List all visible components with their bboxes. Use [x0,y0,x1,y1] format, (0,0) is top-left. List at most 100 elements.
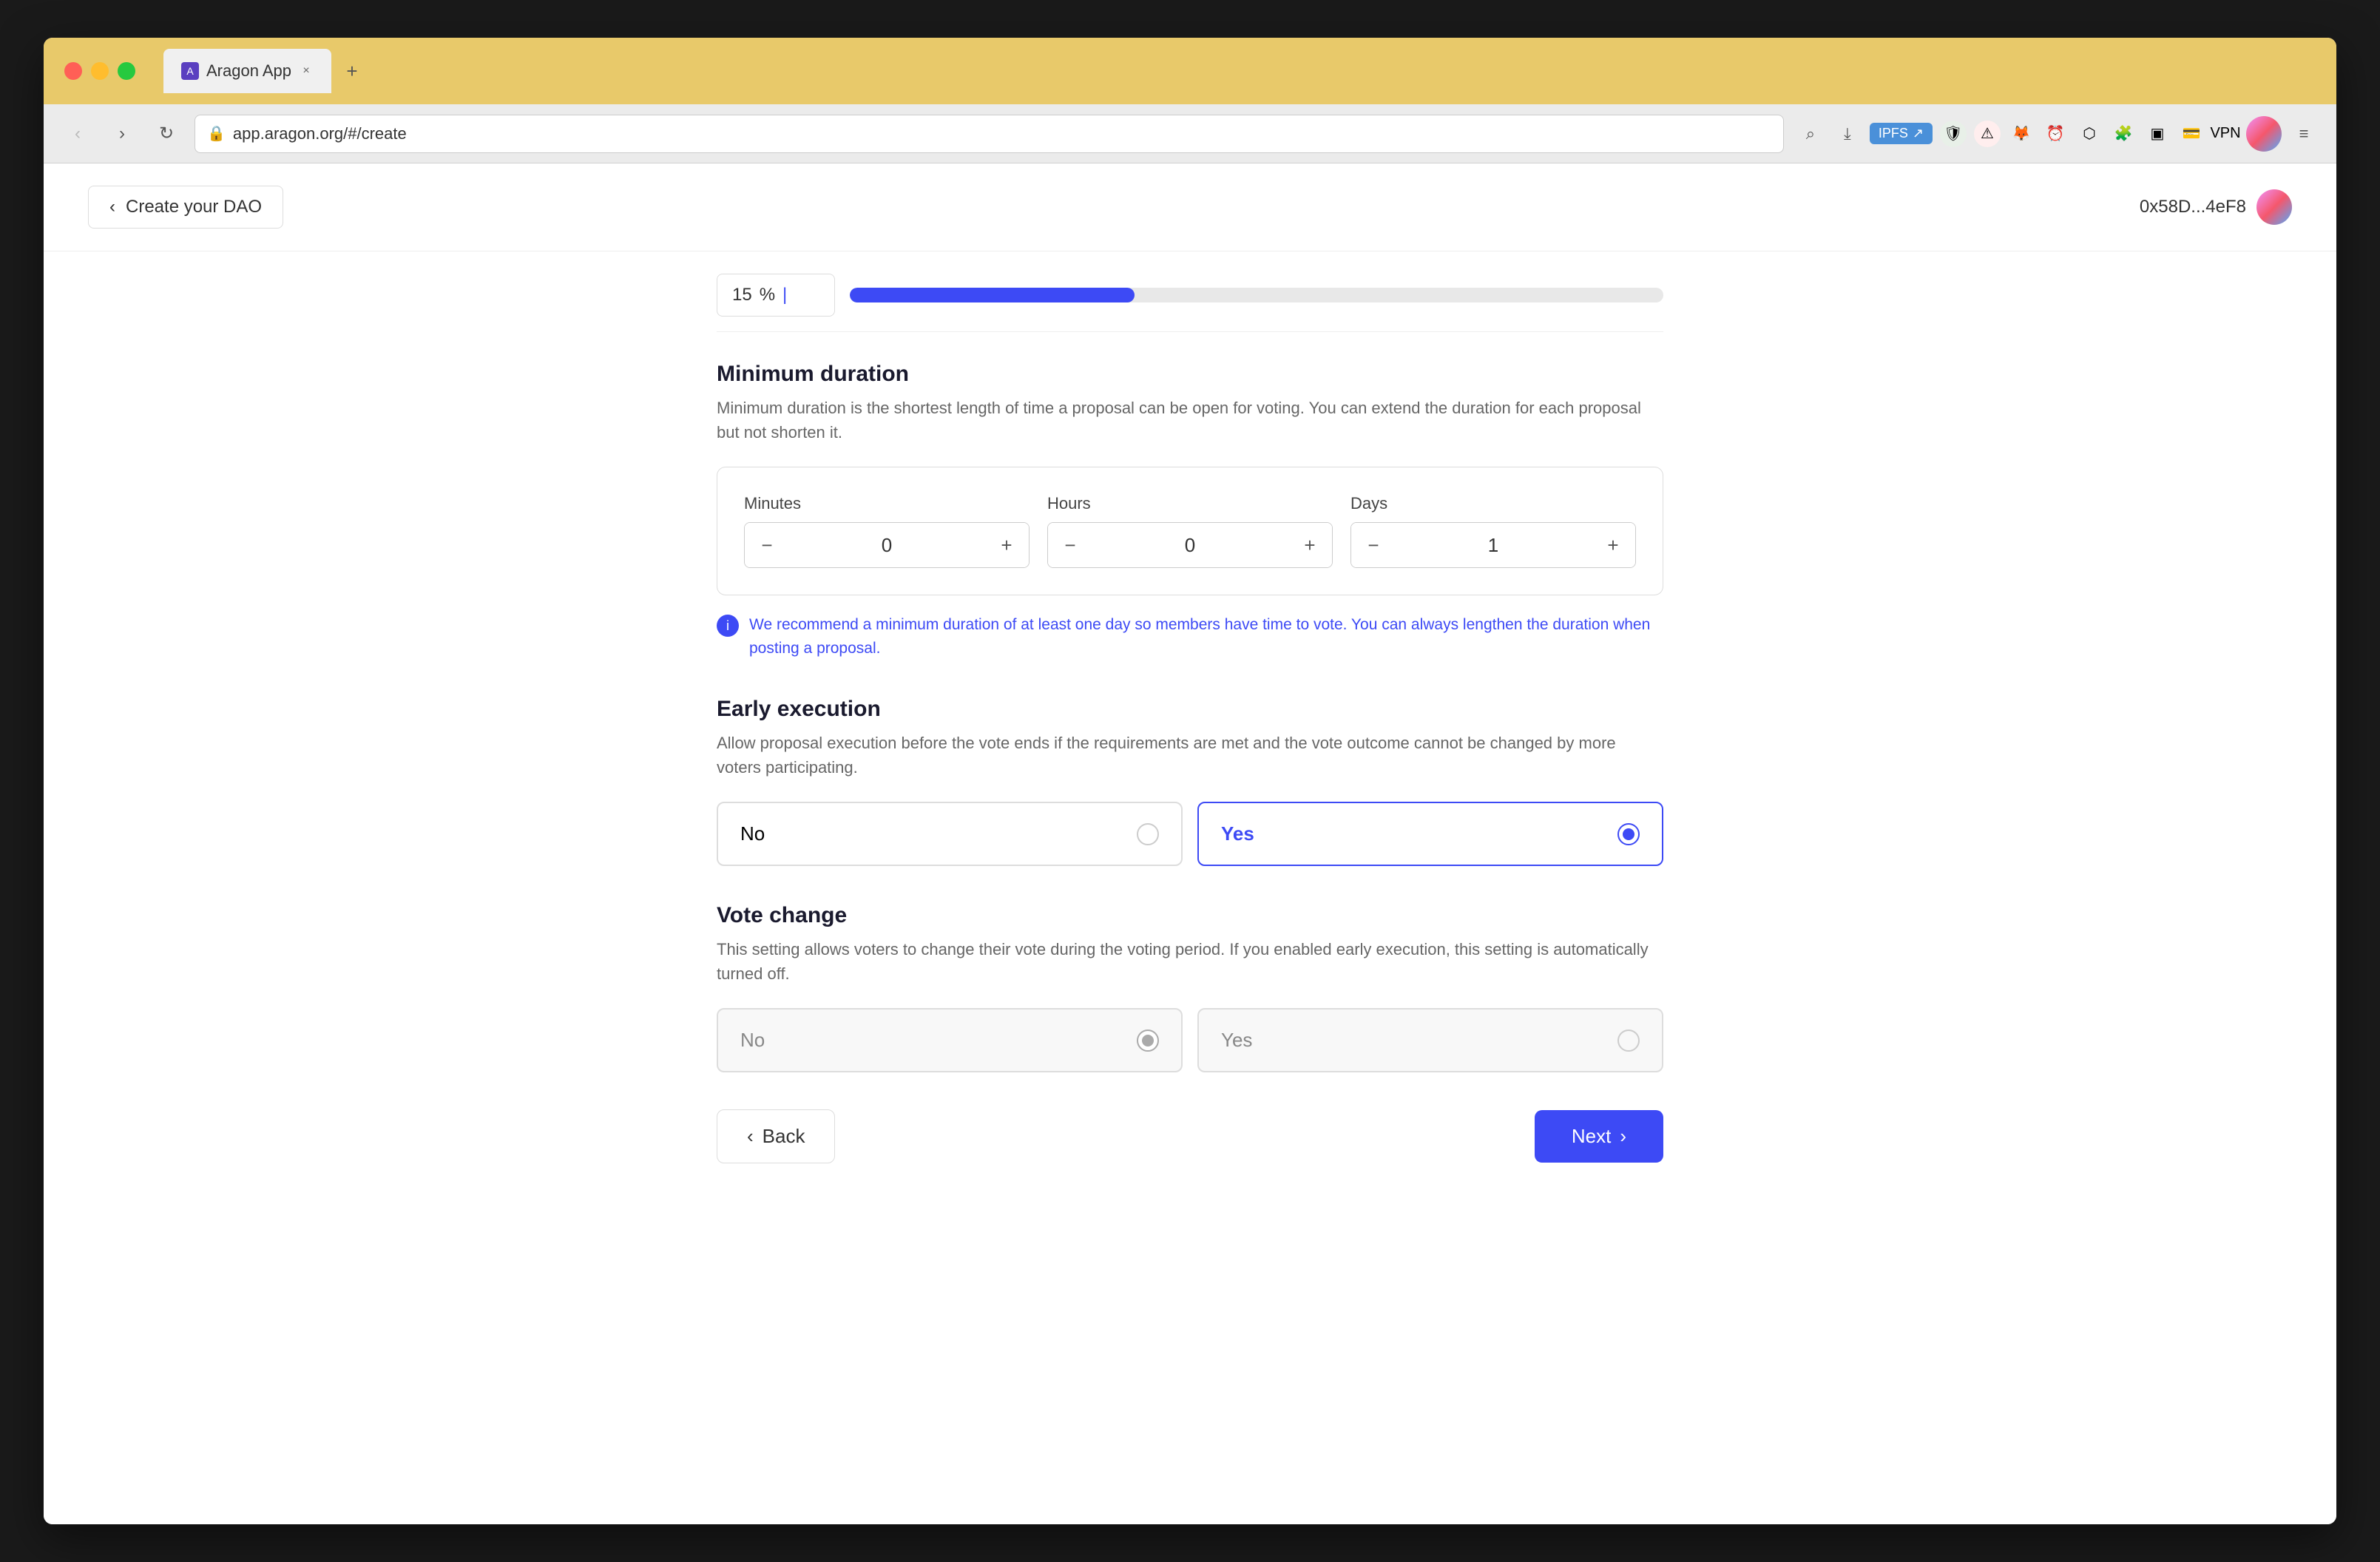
vote-change-section: Vote change This setting allows voters t… [717,903,1663,1072]
back-button[interactable]: ‹ [61,118,94,150]
navigation-bar: ‹ › ↻ 🔒 app.aragon.org/#/create ⌕ ⤓ IPFS… [44,104,2336,163]
days-decrement-button[interactable]: − [1351,523,1396,567]
vote-change-title: Vote change [717,903,1663,928]
tab-close-button[interactable]: × [299,64,314,78]
early-execution-yes-option[interactable]: Yes [1197,802,1663,866]
create-dao-label: Create your DAO [126,197,262,217]
vote-change-no-label: No [740,1029,765,1052]
progress-fill [850,288,1135,302]
nav-right-icons: ⌕ ⤓ IPFS ↗ 🛡 ⚠ 🦊 ⏰ ⬡ 🧩 ▣ 💳 VPN ≡ [1796,116,2319,152]
menu-icon[interactable]: ≡ [2289,119,2319,149]
reader-view-icon[interactable]: ▣ [2144,121,2171,147]
app-header: ‹ Create your DAO 0x58D...4eF8 [44,163,2336,251]
early-execution-no-option[interactable]: No [717,802,1183,866]
wallet-icon[interactable]: 💳 [2178,121,2205,147]
minimum-duration-title: Minimum duration [717,362,1663,387]
minutes-decrement-button[interactable]: − [745,523,789,567]
progress-track [850,288,1663,302]
back-chevron-icon: ‹ [109,197,115,217]
early-execution-yes-label: Yes [1221,822,1254,845]
duration-box: Minutes − 0 + Hours − [717,467,1663,595]
days-label: Days [1350,494,1636,513]
tab-area: A Aragon App × + [163,49,365,93]
vote-change-no-radio[interactable] [1137,1030,1159,1052]
ipfs-link-icon: ↗ [1913,126,1924,141]
info-icon: i [717,615,739,637]
progress-unit: % [760,285,775,305]
early-execution-no-radio[interactable] [1137,823,1159,845]
new-tab-button[interactable]: + [339,58,365,84]
download-icon[interactable]: ⤓ [1833,119,1862,149]
minutes-value: 0 [789,534,984,557]
ipfs-text: IPFS [1879,126,1908,141]
minutes-stepper: − 0 + [744,522,1030,568]
tab-favicon: A [181,62,199,80]
minimum-duration-description: Minimum duration is the shortest length … [717,396,1663,444]
vote-change-yes-label: Yes [1221,1029,1252,1052]
traffic-lights [64,62,135,80]
next-button[interactable]: Next › [1535,1110,1663,1163]
wallet-info: 0x58D...4eF8 [2140,189,2292,225]
ipfs-badge[interactable]: IPFS ↗ [1870,123,1933,144]
duration-row: Minutes − 0 + Hours − [744,494,1636,568]
early-execution-title: Early execution [717,697,1663,722]
vote-change-no-option[interactable]: No [717,1008,1183,1072]
days-stepper: − 1 + [1350,522,1636,568]
days-field: Days − 1 + [1350,494,1636,568]
early-execution-options: No Yes [717,802,1663,866]
minutes-label: Minutes [744,494,1030,513]
progress-area: 15 % | [717,251,1663,332]
early-execution-section: Early execution Allow proposal execution… [717,697,1663,866]
hours-increment-button[interactable]: + [1288,523,1332,567]
wallet-address-text: 0x58D...4eF8 [2140,197,2246,217]
wallet-avatar[interactable] [2256,189,2292,225]
maximize-window-button[interactable] [118,62,135,80]
progress-value: 15 [732,285,752,305]
vpn-icon[interactable]: VPN [2212,121,2239,147]
navigation-buttons: ‹ Back Next › [717,1109,1663,1163]
forward-button[interactable]: › [106,118,138,150]
next-label: Next [1572,1125,1611,1148]
close-window-button[interactable] [64,62,82,80]
user-avatar[interactable] [2246,116,2282,152]
alert-icon[interactable]: ⚠ [1974,121,2001,147]
early-execution-description: Allow proposal execution before the vote… [717,731,1663,780]
extension-icon-3[interactable]: ⬡ [2076,121,2103,147]
minutes-field: Minutes − 0 + [744,494,1030,568]
vote-change-yes-option[interactable]: Yes [1197,1008,1663,1072]
duration-info-note: i We recommend a minimum duration of at … [717,613,1663,660]
extension-icon-2[interactable]: ⏰ [2042,121,2069,147]
vote-change-yes-radio[interactable] [1617,1030,1640,1052]
active-tab[interactable]: A Aragon App × [163,49,331,93]
progress-input[interactable]: 15 % | [717,274,835,317]
next-chevron: › [1620,1125,1626,1148]
title-bar: A Aragon App × + [44,38,2336,104]
brave-shield-icon[interactable]: 🛡 [1940,121,1967,147]
create-dao-back-button[interactable]: ‹ Create your DAO [88,186,283,229]
early-execution-no-label: No [740,822,765,845]
reload-button[interactable]: ↻ [150,118,183,150]
hours-stepper: − 0 + [1047,522,1333,568]
extension-icon-4[interactable]: 🧩 [2110,121,2137,147]
days-increment-button[interactable]: + [1591,523,1635,567]
lock-icon: 🔒 [207,124,226,143]
duration-info-text: We recommend a minimum duration of at le… [749,613,1663,660]
hours-label: Hours [1047,494,1333,513]
page-content: ‹ Create your DAO 0x58D...4eF8 15 % | [44,163,2336,1524]
hours-field: Hours − 0 + [1047,494,1333,568]
minimize-window-button[interactable] [91,62,109,80]
progress-increment-icon[interactable]: | [782,285,787,305]
extension-icon-1[interactable]: 🦊 [2008,121,2035,147]
search-icon[interactable]: ⌕ [1796,119,1825,149]
address-bar[interactable]: 🔒 app.aragon.org/#/create [195,115,1784,153]
vote-change-description: This setting allows voters to change the… [717,937,1663,986]
back-nav-button[interactable]: ‹ Back [717,1109,835,1163]
early-execution-yes-radio[interactable] [1617,823,1640,845]
back-nav-chevron: ‹ [747,1125,754,1148]
hours-value: 0 [1092,534,1288,557]
back-nav-label: Back [763,1125,805,1148]
minutes-increment-button[interactable]: + [984,523,1029,567]
main-content: 15 % | Minimum duration Minimum duration… [672,251,1708,1524]
minimum-duration-section: Minimum duration Minimum duration is the… [717,362,1663,660]
hours-decrement-button[interactable]: − [1048,523,1092,567]
